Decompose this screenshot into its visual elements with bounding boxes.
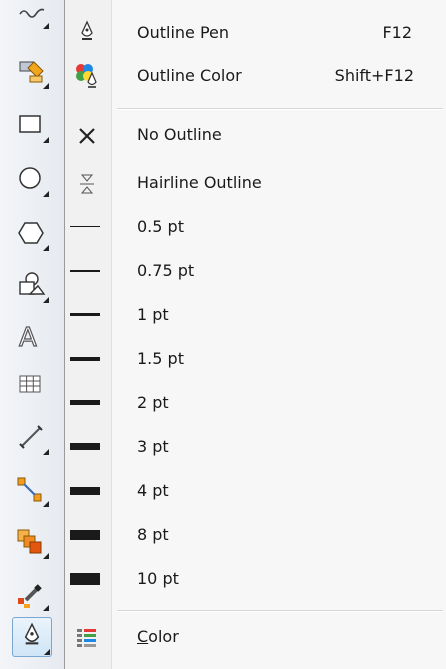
line-width-swatch xyxy=(70,443,100,450)
text-tool-icon[interactable]: A xyxy=(14,318,50,354)
polygon-tool-icon[interactable] xyxy=(14,216,50,252)
line-width-swatch xyxy=(70,573,100,585)
line-width-swatch xyxy=(70,270,100,272)
shortcut-label: Shift+F12 xyxy=(334,66,414,85)
line-width-swatch xyxy=(70,487,100,495)
menu-item-label-rest: olor xyxy=(148,627,179,646)
connector-tool-icon[interactable] xyxy=(14,472,50,508)
line-width-swatch xyxy=(70,357,100,361)
menu-item-label: Color xyxy=(137,627,179,646)
menu-item-label: Outline Color xyxy=(137,66,242,85)
menu-separator xyxy=(117,108,443,110)
dimension-tool-icon[interactable] xyxy=(14,420,50,456)
menu-item-label: 4 pt xyxy=(137,481,169,500)
menu-item-label: 0.75 pt xyxy=(137,261,195,280)
ellipse-tool-icon[interactable] xyxy=(14,162,50,198)
menu-item-10pt[interactable]: 10 pt xyxy=(65,560,446,598)
menu-item-4pt[interactable]: 4 pt xyxy=(65,472,446,510)
menu-item-label: Outline Pen xyxy=(137,23,230,42)
eyedropper-tool-icon[interactable] xyxy=(14,576,50,612)
menu-item-label: No Outline xyxy=(137,125,222,144)
menu-item-0.75pt[interactable]: 0.75 pt xyxy=(65,252,446,290)
menu-item-label: Hairline Outline xyxy=(137,173,262,192)
menu-item-hairline-outline[interactable]: Hairline Outline xyxy=(65,164,446,202)
blend-tool-icon[interactable] xyxy=(14,524,50,560)
menu-item-0.5pt[interactable]: 0.5 pt xyxy=(65,208,446,246)
x-icon xyxy=(72,120,102,150)
freehand-tool-icon[interactable] xyxy=(14,0,50,30)
basic-shapes-tool-icon[interactable] xyxy=(14,268,50,304)
menu-item-label: 3 pt xyxy=(137,437,169,456)
toolbox: A xyxy=(0,0,65,669)
menu-item-label: 0.5 pt xyxy=(137,217,184,236)
outline-color-icon xyxy=(72,61,102,91)
hairline-icon xyxy=(72,168,102,198)
svg-text:A: A xyxy=(19,323,37,353)
menu-item-color[interactable]: Color xyxy=(65,618,446,656)
table-tool-icon[interactable] xyxy=(14,368,50,404)
menu-separator xyxy=(117,610,443,612)
smart-fill-tool-icon[interactable] xyxy=(14,54,50,90)
menu-item-1pt[interactable]: 1 pt xyxy=(65,296,446,334)
color-icon xyxy=(72,622,102,652)
menu-item-2pt[interactable]: 2 pt xyxy=(65,384,446,422)
menu-item-8pt[interactable]: 8 pt xyxy=(65,516,446,554)
menu-item-label: 2 pt xyxy=(137,393,169,412)
menu-item-outline-pen[interactable]: Outline Pen F12 xyxy=(65,14,446,52)
line-width-swatch xyxy=(70,530,100,540)
menu-item-label: 1 pt xyxy=(137,305,169,324)
menu-item-no-outline[interactable]: No Outline xyxy=(65,116,446,154)
shortcut-label: F12 xyxy=(382,23,412,42)
menu-item-label: 8 pt xyxy=(137,525,169,544)
outline-pen-icon xyxy=(72,18,102,48)
menu-item-1.5pt[interactable]: 1.5 pt xyxy=(65,340,446,378)
line-width-swatch xyxy=(70,400,100,405)
menu-item-label: 10 pt xyxy=(137,569,179,588)
menu-item-3pt[interactable]: 3 pt xyxy=(65,428,446,466)
outline-flyout-menu: Outline Pen F12 Outline Color Shift+F12 … xyxy=(64,0,446,669)
line-width-swatch xyxy=(70,313,100,316)
menu-item-label: 1.5 pt xyxy=(137,349,184,368)
mnemonic-letter: C xyxy=(137,627,149,646)
line-width-swatch xyxy=(70,226,100,227)
outline-tool-icon[interactable] xyxy=(12,617,52,657)
rectangle-tool-icon[interactable] xyxy=(14,108,50,144)
menu-item-outline-color[interactable]: Outline Color Shift+F12 xyxy=(65,57,446,95)
